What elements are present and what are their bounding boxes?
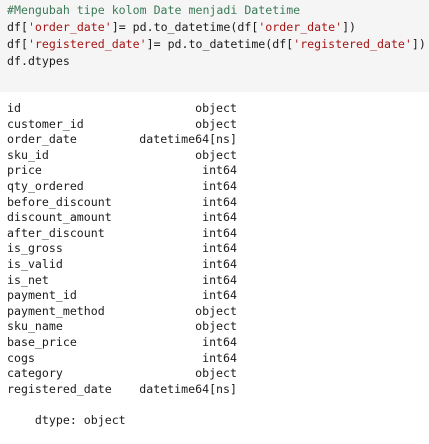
column-name: category bbox=[7, 366, 63, 381]
column-dtype: object bbox=[195, 319, 237, 334]
dtype-row: payment_id int64 bbox=[7, 288, 427, 304]
code-line-registered-date: df['registered_date']= pd.to_datetime(df… bbox=[7, 36, 429, 53]
column-name: id bbox=[7, 101, 21, 115]
dtype-row: sku_name object bbox=[7, 319, 427, 335]
column-name: is_gross bbox=[7, 241, 63, 256]
column-dtype: int64 bbox=[202, 334, 237, 349]
column-dtype: int64 bbox=[202, 225, 237, 240]
dtype-row: after_discount int64 bbox=[7, 226, 427, 242]
column-name: before_discount bbox=[7, 194, 112, 209]
output-footer: dtype: object bbox=[7, 397, 427, 427]
column-name: payment_id bbox=[7, 288, 77, 303]
column-dtype: object bbox=[195, 101, 237, 115]
code-string: 'registered_date' bbox=[293, 37, 412, 51]
code-string: 'order_date' bbox=[258, 20, 343, 34]
code-string: 'order_date' bbox=[27, 20, 112, 34]
column-dtype: datetime64[ns] bbox=[139, 132, 237, 147]
dtype-row: is_net int64 bbox=[7, 273, 427, 289]
dtype-row: before_discount int64 bbox=[7, 195, 427, 211]
column-name: customer_id bbox=[7, 116, 84, 131]
column-name: order_date bbox=[7, 132, 77, 147]
dtype-row: order_date datetime64[ns] bbox=[7, 132, 427, 148]
dtype-row: id object bbox=[7, 101, 427, 117]
column-dtype: object bbox=[195, 303, 237, 318]
column-dtype: int64 bbox=[202, 163, 237, 178]
column-name: discount_amount bbox=[7, 210, 112, 225]
dtype-row: base_price int64 bbox=[7, 335, 427, 351]
code-cell[interactable]: #Mengubah tipe kolom Date menjadi Dateti… bbox=[0, 0, 429, 92]
column-dtype: int64 bbox=[202, 256, 237, 271]
dtype-row: is_valid int64 bbox=[7, 257, 427, 273]
column-name: price bbox=[7, 163, 42, 178]
column-dtype: int64 bbox=[202, 350, 237, 365]
dtype-row: category object bbox=[7, 366, 427, 382]
column-dtype: int64 bbox=[202, 178, 237, 193]
dtype-row: payment_method object bbox=[7, 304, 427, 320]
code-string: 'registered_date' bbox=[27, 37, 147, 51]
column-name: cogs bbox=[7, 350, 35, 365]
column-name: is_net bbox=[7, 272, 49, 287]
code-token: ]= pd.to_datetime(df[ bbox=[111, 20, 259, 34]
code-line-dtypes: df.dtypes bbox=[7, 54, 70, 68]
column-dtype: object bbox=[195, 116, 237, 131]
code-token: ]) bbox=[411, 37, 426, 51]
column-dtype: int64 bbox=[202, 210, 237, 225]
dtype-row: qty_ordered int64 bbox=[7, 179, 427, 195]
column-dtype: object bbox=[195, 366, 237, 381]
column-name: sku_name bbox=[7, 319, 63, 334]
code-token: df[ bbox=[7, 37, 28, 51]
column-dtype: int64 bbox=[202, 272, 237, 287]
cell-output: id object customer_id object order_date datet… bbox=[7, 101, 427, 427]
column-name: after_discount bbox=[7, 225, 105, 240]
dtype-row: registered_date datetime64[ns] bbox=[7, 382, 427, 398]
column-name: payment_method bbox=[7, 303, 105, 318]
column-name: registered_date bbox=[7, 381, 112, 396]
dtype-row: is_gross int64 bbox=[7, 241, 427, 257]
column-dtype: object bbox=[195, 147, 237, 162]
column-name: is_valid bbox=[7, 256, 63, 271]
column-dtype: int64 bbox=[202, 194, 237, 209]
dtype-row: price int64 bbox=[7, 163, 427, 179]
column-dtype: datetime64[ns] bbox=[139, 381, 237, 396]
code-token: ]) bbox=[342, 20, 357, 34]
code-comment: #Mengubah tipe kolom Date menjadi Dateti… bbox=[7, 3, 301, 17]
dtype-row: discount_amount int64 bbox=[7, 210, 427, 226]
dtype-row: cogs int64 bbox=[7, 351, 427, 367]
dtype-row: sku_id object bbox=[7, 148, 427, 164]
column-dtype: int64 bbox=[202, 241, 237, 256]
code-token: ]= pd.to_datetime(df[ bbox=[146, 37, 294, 51]
code-line-order-date: df['order_date']= pd.to_datetime(df['ord… bbox=[7, 19, 429, 36]
column-dtype: int64 bbox=[202, 288, 237, 303]
column-name: qty_ordered bbox=[7, 178, 84, 193]
code-token: df[ bbox=[7, 20, 28, 34]
column-name: sku_id bbox=[7, 147, 49, 162]
dtype-row: customer_id object bbox=[7, 117, 427, 133]
column-name: base_price bbox=[7, 334, 77, 349]
